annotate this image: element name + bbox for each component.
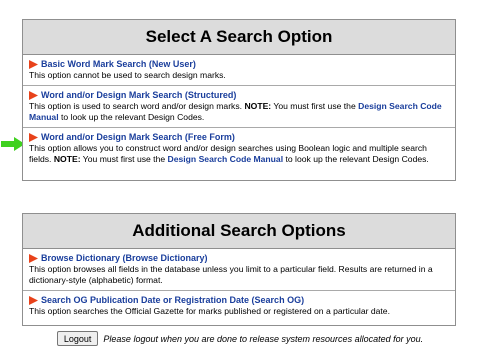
red-flag-icon: [29, 295, 38, 305]
option-free-form-search: Word and/or Design Mark Search (Free For…: [23, 128, 455, 169]
additional-search-options-panel: Additional Search Options Browse Diction…: [22, 213, 456, 326]
design-search-code-manual-link[interactable]: Design Search Code Manual: [168, 154, 284, 164]
option-description: This option searches the Official Gazett…: [29, 306, 390, 316]
option-description: This option allows you to construct word…: [29, 143, 429, 164]
option-basic-word-mark: Basic Word Mark Search (New User) This o…: [23, 55, 455, 86]
panel-title: Select A Search Option: [23, 20, 455, 55]
logout-bar: Logout Please logout when you are done t…: [0, 331, 480, 346]
search-og-link[interactable]: Search OG Publication Date or Registrati…: [41, 294, 304, 306]
select-search-option-panel: Select A Search Option Basic Word Mark S…: [22, 19, 456, 181]
option-browse-dictionary: Browse Dictionary (Browse Dictionary) Th…: [23, 249, 455, 291]
panel-title: Additional Search Options: [23, 214, 455, 249]
free-form-search-link[interactable]: Word and/or Design Mark Search (Free For…: [41, 131, 235, 143]
red-flag-icon: [29, 59, 38, 69]
option-description: This option cannot be used to search des…: [29, 70, 226, 80]
note-label: NOTE:: [244, 101, 272, 111]
basic-word-mark-search-link[interactable]: Basic Word Mark Search (New User): [41, 58, 196, 70]
note-label: NOTE:: [53, 154, 81, 164]
red-flag-icon: [29, 253, 38, 263]
logout-button[interactable]: Logout: [56, 331, 99, 346]
structured-search-link[interactable]: Word and/or Design Mark Search (Structur…: [41, 89, 236, 101]
option-description: This option is used to search word and/o…: [29, 101, 442, 122]
logout-note: Please logout when you are done to relea…: [103, 333, 424, 344]
option-structured-search: Word and/or Design Mark Search (Structur…: [23, 86, 455, 128]
option-description: This option browses all fields in the da…: [29, 264, 433, 285]
red-flag-icon: [29, 90, 38, 100]
browse-dictionary-link[interactable]: Browse Dictionary (Browse Dictionary): [41, 252, 208, 264]
red-flag-icon: [29, 132, 38, 142]
option-search-og: Search OG Publication Date or Registrati…: [23, 291, 455, 321]
